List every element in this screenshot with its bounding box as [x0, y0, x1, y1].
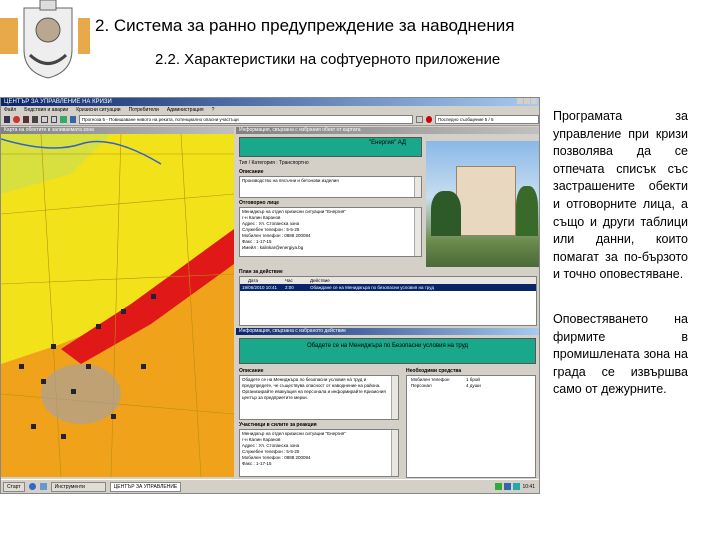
flood-map[interactable] [1, 134, 234, 477]
window-titlebar: ЦЕНТЪР ЗА УПРАВЛЕНИЕ НА КРИЗИ [1, 98, 539, 106]
row-action: Обаждане се на Мениджъра по безопасни ус… [310, 285, 434, 290]
responsible-line: Имейл : kalinkar@energiya.bg [242, 245, 304, 250]
scrollbar[interactable] [414, 177, 421, 197]
responsible-label: Отговорно лице [239, 200, 280, 206]
description-textarea[interactable]: Производство на пясъчни и бетонови издел… [239, 176, 422, 198]
close-button[interactable] [531, 98, 537, 104]
monitor-icon[interactable] [69, 116, 76, 123]
building-icon[interactable] [31, 116, 39, 123]
description-label: Описание [239, 169, 264, 175]
taskbar-task-crisis-center[interactable]: ЦЕНТЪР ЗА УПРАВЛЕНИЕ [109, 481, 182, 492]
person-icon[interactable] [22, 116, 29, 123]
slide-subtitle: 2.2. Характеристики на софтуерното прило… [155, 51, 501, 68]
scrollbar[interactable] [391, 376, 398, 419]
menu-bar: Файл Бедствия и аварии Кризисни ситуации… [1, 106, 539, 114]
participants-textarea[interactable]: Мениджър на отдел кризисни ситуации "Ене… [239, 429, 399, 477]
menu-file[interactable]: Файл [4, 106, 16, 114]
side-paragraph-2: Оповестяването на фирмите в промишлената… [553, 312, 688, 397]
action-name: Обадете се на Мениджъра по Безопасни усл… [239, 338, 536, 364]
action-info-title: Информация, свързана с избраното действи… [236, 328, 539, 335]
resource-name: Персонал [411, 383, 432, 388]
record-icon[interactable] [425, 116, 432, 123]
taskbar: Старт Инструменти ЦЕНТЪР ЗА УПРАВЛЕНИЕ 1… [1, 479, 539, 493]
row-time: 2:00 [285, 285, 294, 290]
row-date: 19/06/2010 10:41 [242, 285, 278, 290]
tray-icon[interactable] [495, 483, 503, 490]
resources-list: Мобилен телефон 1 брой Персонал 4 души [406, 375, 536, 478]
print-icon[interactable] [4, 116, 11, 123]
object-type: Тип / Категория : Транспортно [239, 160, 309, 166]
menu-users[interactable]: Потребители [129, 106, 159, 114]
map-panel-title: Карта на обектите в заливаемата зона [1, 127, 234, 134]
header-accent-right [78, 18, 90, 54]
list-item: Персонал 4 души [411, 383, 527, 389]
plan-label: План за действие [239, 269, 283, 275]
action-description-text: Обадете се на Мениджъра по безопасни усл… [242, 377, 386, 400]
object-info-panel: Информация, свързана с избрания обект от… [236, 127, 539, 326]
menu-admin[interactable]: Администрация [167, 106, 204, 114]
tray-icon[interactable] [504, 483, 512, 490]
status-field[interactable]: Последно съобщение 5 / 5 [434, 115, 539, 124]
side-paragraph-1: Програмата за управление при кризи позво… [553, 109, 688, 282]
refresh-icon[interactable] [416, 116, 423, 123]
header-accent-left [0, 18, 18, 54]
participant-line: Факс : 1-17-15 [242, 461, 272, 466]
building-photo [426, 141, 539, 267]
participants-label: Участници в силите за реакция [239, 422, 317, 428]
tray-icon[interactable] [513, 483, 521, 490]
map-panel: Карта на обектите в заливаемата зона [1, 127, 234, 477]
system-tray: 10:41 [495, 483, 539, 490]
column-date[interactable]: Дата [240, 277, 285, 284]
disk-icon[interactable] [50, 116, 58, 123]
responsible-textarea[interactable]: Мениджър на отдел кризисни ситуации "Ене… [239, 207, 422, 257]
menu-disasters[interactable]: Бедствия и аварии [24, 106, 68, 114]
table-row[interactable]: 19/06/2010 10:41 2:00 Обаждане се на Мен… [240, 284, 536, 291]
window-icon[interactable] [41, 116, 48, 123]
clock: 10:41 [522, 483, 535, 490]
slide-title: 2. Система за ранно предупреждение за на… [95, 16, 515, 35]
desktop-icon[interactable] [39, 483, 47, 490]
window-title: ЦЕНТЪР ЗА УПРАВЛЕНИЕ НА КРИЗИ [4, 99, 112, 105]
start-button[interactable]: Старт [3, 481, 25, 492]
action-info-panel: Информация, свързана с избраното действи… [236, 328, 539, 478]
object-info-title: Информация, свързана с избрания обект от… [236, 127, 539, 134]
scrollbar[interactable] [414, 208, 421, 256]
maximize-button[interactable] [524, 98, 530, 104]
menu-crisis[interactable]: Кризисни ситуации [76, 106, 120, 114]
taskbar-task-tools[interactable]: Инструменти [50, 481, 106, 492]
object-name: "Енергия" АД [239, 137, 422, 157]
scrollbar[interactable] [391, 430, 398, 476]
column-time[interactable]: Час [285, 277, 310, 284]
action-description-textarea[interactable]: Обадете се на Мениджъра по безопасни усл… [239, 375, 399, 420]
toolbar: Прогноза 5 - Повишаване нивото на реката… [1, 114, 539, 126]
app-window: ЦЕНТЪР ЗА УПРАВЛЕНИЕ НА КРИЗИ Файл Бедст… [0, 97, 540, 494]
description-text: Производство на пясъчни и бетонови издел… [242, 178, 339, 183]
plan-table: Дата Час Действие 19/06/2010 10:41 2:00 … [239, 276, 537, 326]
alert-icon[interactable] [13, 116, 20, 123]
forecast-field[interactable]: Прогноза 5 - Повишаване нивото на реката… [78, 115, 414, 124]
column-action[interactable]: Действие [310, 277, 330, 284]
ie-icon[interactable] [28, 483, 36, 490]
menu-help[interactable]: ? [212, 106, 215, 114]
resources-label: Необходими средства [406, 368, 462, 374]
network-icon[interactable] [60, 116, 67, 123]
municipality-logo [20, 0, 76, 80]
plan-table-header: Дата Час Действие [240, 277, 536, 284]
minimize-button[interactable] [517, 98, 523, 104]
action-description-label: Описание [239, 368, 264, 374]
resource-qty: 4 души [466, 383, 481, 388]
